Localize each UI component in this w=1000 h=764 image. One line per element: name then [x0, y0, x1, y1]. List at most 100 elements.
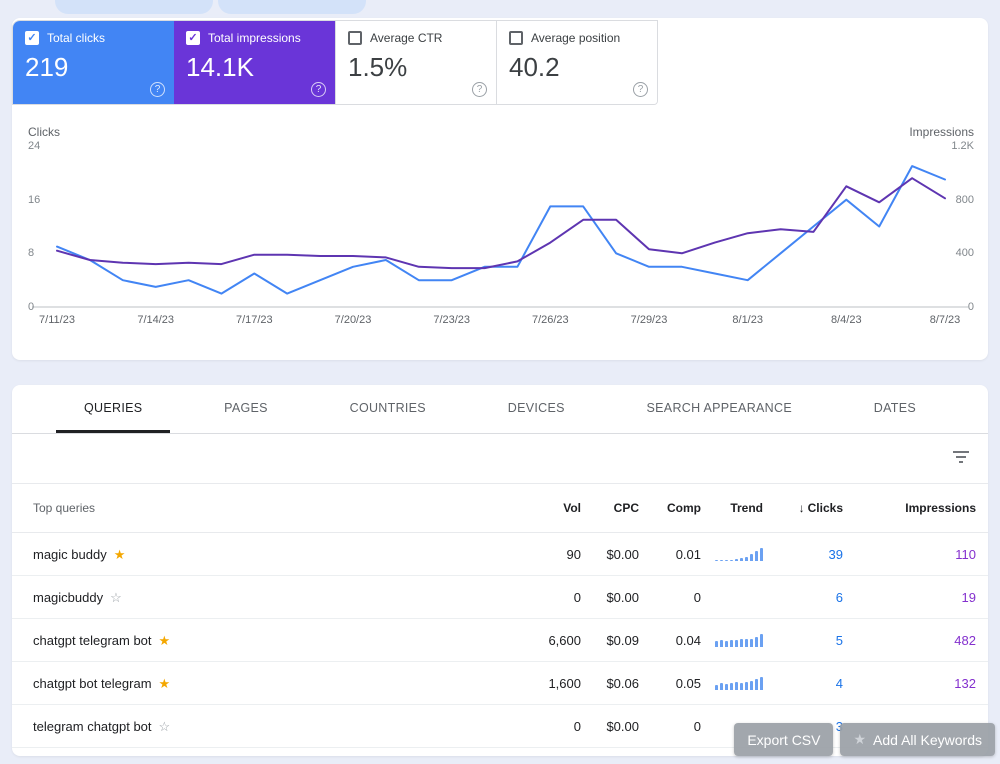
column-top-queries[interactable]: Top queries	[12, 501, 521, 515]
column-cpc[interactable]: CPC	[581, 501, 639, 515]
help-icon[interactable]: ?	[472, 82, 487, 97]
cell-query: chatgpt telegram bot ★	[12, 633, 521, 648]
star-filled-icon[interactable]: ★	[159, 677, 171, 690]
check-icon: ✓	[27, 31, 37, 44]
cell-vol: 0	[573, 718, 581, 734]
cell-comp: 0	[693, 589, 701, 605]
cell-cpc: $0.00	[606, 718, 639, 734]
cell-trend	[701, 547, 763, 561]
queries-table-card: QUERIES PAGES COUNTRIES DEVICES SEARCH APPEA…	[12, 385, 988, 756]
tab-devices[interactable]: DEVICES	[480, 385, 593, 433]
average-position-checkbox[interactable]: ✓	[509, 31, 523, 45]
cell-impressions: 132	[954, 675, 976, 691]
query-text: telegram chatgpt bot	[33, 718, 152, 734]
cell-vol: 90	[566, 546, 581, 562]
table-row[interactable]: magicbuddy ☆ 0 $0.00 0 6 19	[12, 576, 988, 619]
cell-cpc: $0.06	[606, 675, 639, 691]
metric-value: 1.5%	[348, 52, 408, 82]
metric-value: 40.2	[509, 52, 560, 82]
series-line-clicks	[56, 165, 946, 295]
filter-icon[interactable]	[952, 450, 970, 464]
metric-card-average-ctr[interactable]: ✓ Average CTR 1.5% ?	[335, 21, 496, 104]
cell-cpc: $0.00	[606, 589, 639, 605]
metric-label: Average CTR	[370, 31, 443, 45]
help-icon[interactable]: ?	[633, 82, 648, 97]
trend-sparkline	[715, 633, 763, 647]
metric-label: Total impressions	[208, 31, 301, 45]
metric-card-total-clicks[interactable]: ✓ Total clicks 219 ?	[13, 21, 174, 104]
total-impressions-checkbox[interactable]: ✓	[186, 31, 200, 45]
query-text: magic buddy	[33, 546, 107, 562]
check-icon: ✓	[188, 31, 198, 44]
cell-trend	[701, 676, 763, 690]
performance-card: ✓ Total clicks 219 ? ✓ Total impressions…	[12, 18, 988, 360]
column-vol[interactable]: Vol	[521, 501, 581, 515]
cell-query: magic buddy ★	[12, 547, 521, 562]
performance-chart: Clicks Impressions 24 16 8 0 1.2K 800 400 0 7/…	[12, 112, 988, 359]
cell-impressions: 19	[961, 589, 976, 605]
metric-card-average-position[interactable]: ✓ Average position 40.2 ?	[496, 21, 657, 104]
metric-label: Total clicks	[47, 31, 106, 45]
cell-clicks: 39	[828, 546, 843, 562]
column-clicks[interactable]: ↓ Clicks	[763, 501, 843, 515]
cell-cpc: $0.00	[606, 546, 639, 562]
export-csv-button[interactable]: Export CSV	[734, 723, 834, 756]
cell-vol: 1,600	[548, 675, 581, 691]
query-text: magicbuddy	[33, 589, 104, 605]
tab-search-appearance[interactable]: SEARCH APPEARANCE	[619, 385, 820, 433]
table-row[interactable]: chatgpt bot telegram ★ 1,600 $0.06 0.05 4 132	[12, 662, 988, 705]
sort-descending-icon: ↓	[798, 501, 805, 515]
tab-dates[interactable]: DATES	[846, 385, 944, 433]
cell-trend	[701, 633, 763, 647]
cell-query: magicbuddy ☆	[12, 590, 521, 605]
tab-pages[interactable]: PAGES	[196, 385, 296, 433]
cell-comp: 0.01	[675, 546, 701, 562]
metric-value: 14.1K	[186, 52, 254, 82]
star-outline-icon[interactable]: ☆	[110, 591, 122, 604]
cell-clicks: 4	[835, 675, 843, 691]
star-icon: ★	[853, 731, 867, 747]
metric-cards-group: ✓ Total clicks 219 ? ✓ Total impressions…	[12, 20, 658, 105]
query-text: chatgpt bot telegram	[33, 675, 152, 691]
series-line-impressions	[56, 177, 946, 270]
star-filled-icon[interactable]: ★	[159, 634, 171, 647]
filter-row	[12, 434, 988, 484]
top-chip-1[interactable]	[55, 0, 213, 14]
cell-query: telegram chatgpt bot ☆	[12, 719, 521, 734]
trend-sparkline	[715, 676, 763, 690]
top-chip-2[interactable]	[218, 0, 366, 14]
help-icon[interactable]: ?	[150, 82, 165, 97]
add-all-keywords-button[interactable]: ★ Add All Keywords	[840, 723, 995, 756]
table-row[interactable]: chatgpt telegram bot ★ 6,600 $0.09 0.04 5 482	[12, 619, 988, 662]
cell-query: chatgpt bot telegram ★	[12, 676, 521, 691]
overlay-buttons: Export CSV ★ Add All Keywords	[734, 723, 995, 756]
metric-label: Average position	[531, 31, 621, 45]
cell-clicks: 5	[835, 632, 843, 648]
total-clicks-checkbox[interactable]: ✓	[25, 31, 39, 45]
cell-comp: 0.04	[675, 632, 701, 648]
cell-impressions: 482	[954, 632, 976, 648]
cell-comp: 0.05	[675, 675, 701, 691]
column-comp[interactable]: Comp	[639, 501, 701, 515]
cell-cpc: $0.09	[606, 632, 639, 648]
metric-card-total-impressions[interactable]: ✓ Total impressions 14.1K ?	[174, 21, 335, 104]
star-outline-icon[interactable]: ☆	[159, 720, 171, 733]
table-row[interactable]: magic buddy ★ 90 $0.00 0.01 39 110	[12, 533, 988, 576]
tab-queries[interactable]: QUERIES	[56, 385, 171, 433]
cell-clicks: 6	[835, 589, 843, 605]
column-trend[interactable]: Trend	[701, 501, 763, 515]
help-icon[interactable]: ?	[311, 82, 326, 97]
cell-vol: 6,600	[548, 632, 581, 648]
metric-value: 219	[25, 52, 69, 82]
table-body: magic buddy ★ 90 $0.00 0.01 39 110 magicbuddy ☆ 0…	[12, 533, 988, 748]
column-impressions[interactable]: Impressions	[843, 501, 976, 515]
average-ctr-checkbox[interactable]: ✓	[348, 31, 362, 45]
cell-vol: 0	[573, 589, 581, 605]
trend-sparkline	[715, 547, 763, 561]
query-text: chatgpt telegram bot	[33, 632, 152, 648]
tab-countries[interactable]: COUNTRIES	[322, 385, 454, 433]
dimension-tabs: QUERIES PAGES COUNTRIES DEVICES SEARCH APPEA…	[12, 385, 988, 434]
cell-impressions: 110	[955, 546, 976, 562]
star-filled-icon[interactable]: ★	[114, 548, 126, 561]
table-header: Top queries Vol CPC Comp Trend ↓ Clicks I…	[12, 484, 988, 533]
